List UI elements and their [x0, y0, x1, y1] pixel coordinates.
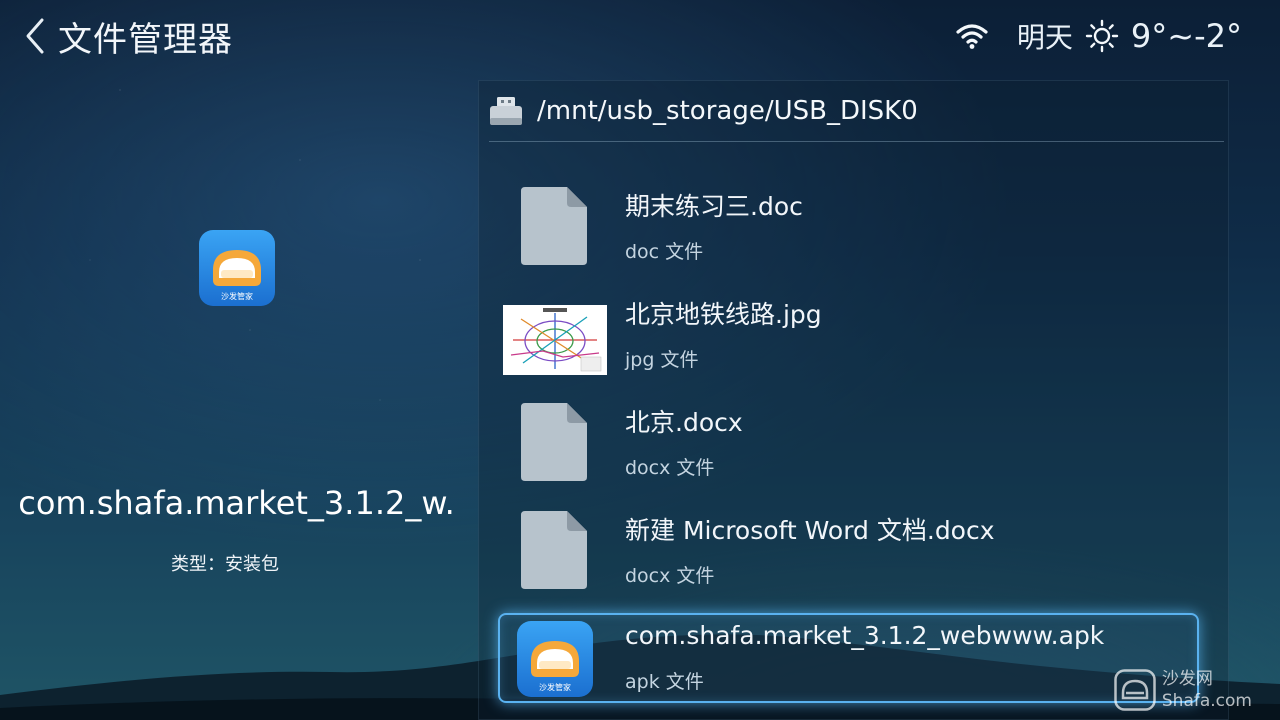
- document-icon: [521, 187, 587, 265]
- app-icon: 沙发管家: [199, 230, 275, 306]
- file-item-apk[interactable]: 沙发管家 com.shafa.market_3.1.2_webwww.apk a…: [499, 621, 1199, 720]
- wifi-icon: [956, 24, 988, 49]
- watermark: 沙发网 Shafa.com: [1114, 668, 1252, 712]
- selected-file-type: 类型：安装包: [171, 554, 279, 575]
- selected-file-name: com.shafa.market_3.1.2_w.: [18, 484, 455, 522]
- current-path: /mnt/usb_storage/USB_DISK0: [537, 96, 918, 126]
- usb-drive-icon: [490, 97, 522, 125]
- file-browser-panel: /mnt/usb_storage/USB_DISK0 期末练习三.doc doc…: [478, 80, 1229, 720]
- file-type: doc 文件: [625, 241, 704, 263]
- page-title: 文件管理器: [58, 19, 233, 60]
- file-type: apk 文件: [625, 671, 704, 693]
- app-icon-caption: 沙发管家: [539, 682, 571, 692]
- sofa-logo-icon: [1114, 669, 1156, 711]
- back-button[interactable]: 文件管理器: [22, 14, 233, 60]
- file-item-docx[interactable]: 北京.docx docx 文件: [499, 403, 1199, 503]
- file-item-doc[interactable]: 期末练习三.doc doc 文件: [499, 187, 1199, 287]
- app-icon: 沙发管家: [517, 621, 593, 697]
- file-type: docx 文件: [625, 457, 715, 479]
- file-name: 北京.docx: [625, 408, 743, 437]
- sun-icon: [1085, 19, 1119, 53]
- file-item-jpg[interactable]: 北京地铁线路.jpg jpg 文件: [499, 295, 1199, 395]
- status-bar: 明天 9°~-2°: [955, 16, 1242, 56]
- file-name: 北京地铁线路.jpg: [625, 300, 822, 329]
- file-name: 期末练习三.doc: [625, 192, 803, 221]
- app-icon-caption: 沙发管家: [221, 291, 253, 301]
- temperature-range: 9°~-2°: [1130, 17, 1242, 55]
- file-name: 新建 Microsoft Word 文档.docx: [625, 516, 995, 545]
- file-type: docx 文件: [625, 565, 715, 587]
- file-type: jpg 文件: [625, 349, 699, 371]
- file-name: com.shafa.market_3.1.2_webwww.apk: [625, 621, 1105, 650]
- file-item-word-docx[interactable]: 新建 Microsoft Word 文档.docx docx 文件: [499, 511, 1199, 611]
- watermark-line-2: Shafa.com: [1161, 691, 1252, 711]
- watermark-line-1: 沙发网: [1161, 669, 1213, 689]
- document-icon: [521, 511, 587, 589]
- image-thumbnail: [503, 305, 607, 375]
- weather-day-label: 明天: [1016, 21, 1073, 54]
- document-icon: [521, 403, 587, 481]
- chevron-left-icon: [26, 18, 44, 54]
- path-bar: /mnt/usb_storage/USB_DISK0: [489, 81, 1224, 142]
